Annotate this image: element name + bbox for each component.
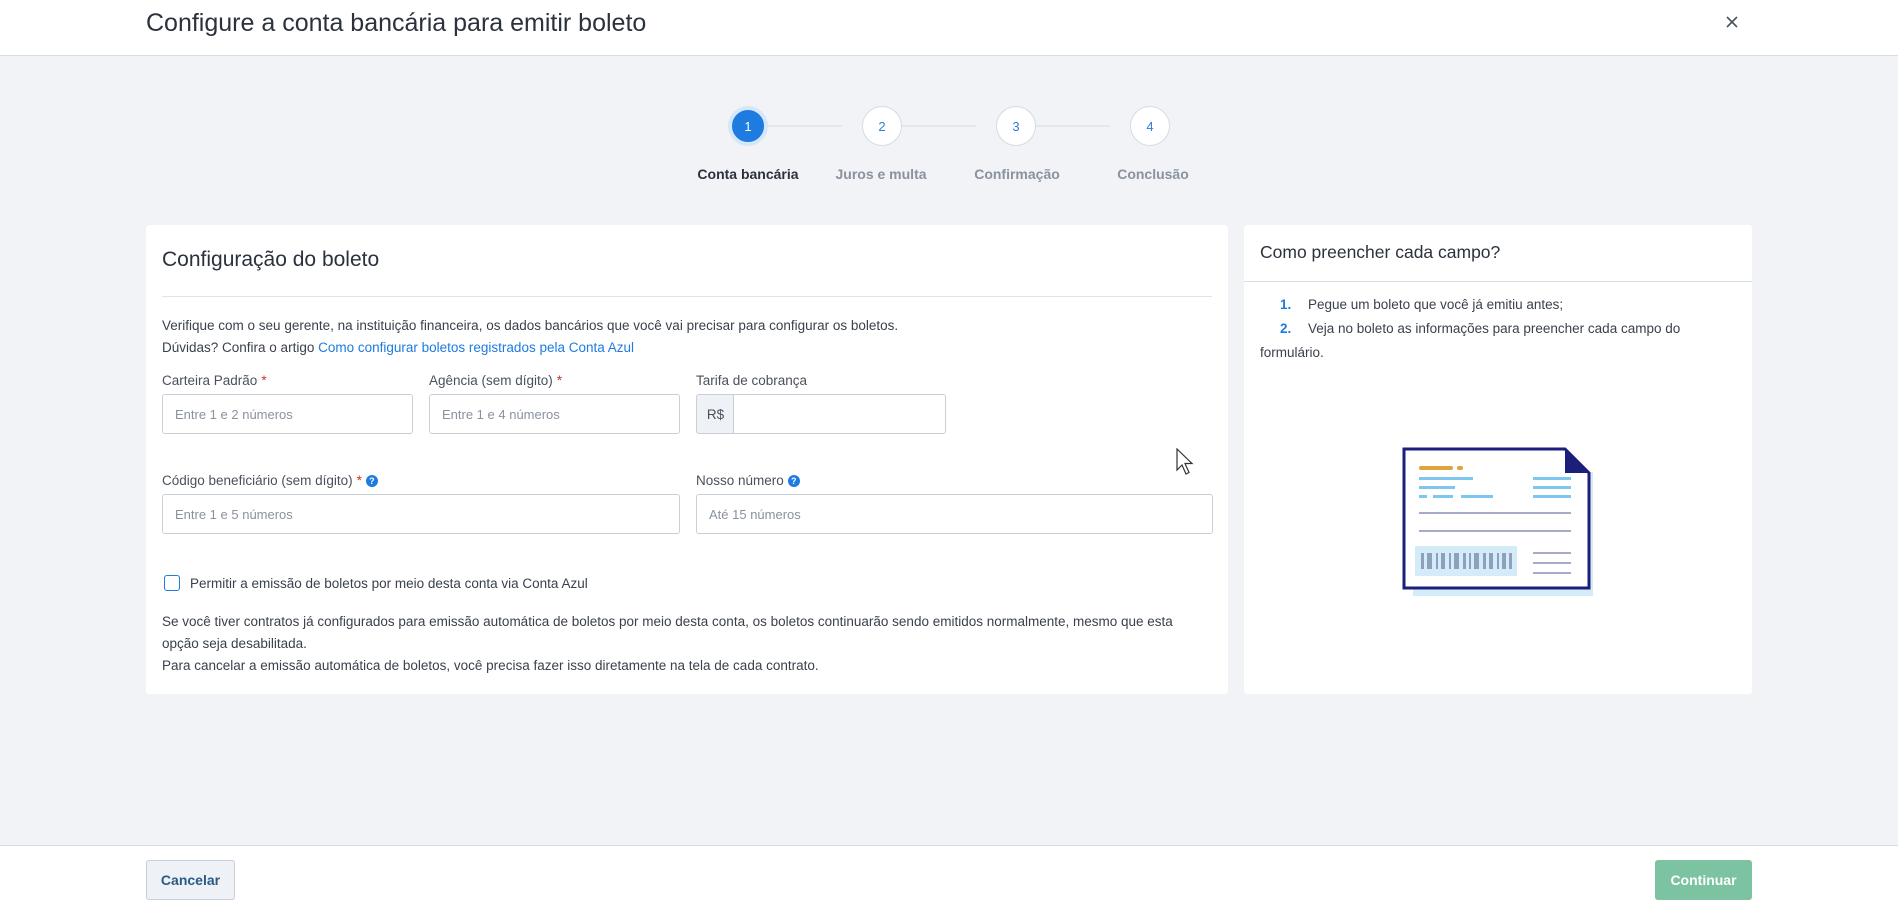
step-3-label: Confirmação bbox=[974, 166, 1060, 182]
list-text: Veja no boleto as informações para preen… bbox=[1260, 321, 1681, 360]
agencia-label-text: Agência (sem dígito) bbox=[429, 373, 553, 388]
divider bbox=[162, 296, 1212, 297]
carteira-label: Carteira Padrão * bbox=[162, 373, 267, 388]
question-icon[interactable]: ? bbox=[365, 474, 378, 487]
form-title: Configuração do boleto bbox=[162, 248, 380, 271]
modal-footer: Cancelar Continuar bbox=[0, 845, 1898, 907]
step-4-circle: 4 bbox=[1130, 106, 1170, 146]
carteira-input[interactable] bbox=[162, 394, 413, 434]
intro-prefix: Dúvidas? Confira o artigo bbox=[162, 340, 319, 355]
codigo-input[interactable] bbox=[162, 494, 680, 534]
page-title: Configure a conta bancária para emitir b… bbox=[146, 9, 647, 37]
step-1-circle: 1 bbox=[728, 106, 768, 146]
step-3-circle: 3 bbox=[996, 106, 1036, 146]
close-icon[interactable] bbox=[1722, 12, 1742, 32]
note-line-2: Para cancelar a emissão automática de bo… bbox=[162, 658, 819, 673]
nosso-numero-label: Nosso número ? bbox=[696, 473, 800, 488]
list-text: Pegue um boleto que você já emitiu antes… bbox=[1308, 297, 1564, 312]
help-article-link[interactable]: Como configurar boletos registrados pela… bbox=[318, 340, 634, 355]
agencia-input[interactable] bbox=[429, 394, 680, 434]
codigo-label-text: Código beneficiário (sem dígito) bbox=[162, 473, 353, 488]
list-item: 2. Veja no boleto as informações para pre… bbox=[1260, 317, 1730, 365]
carteira-label-text: Carteira Padrão bbox=[162, 373, 258, 388]
agencia-label: Agência (sem dígito) * bbox=[429, 373, 562, 388]
emission-permission-checkbox[interactable] bbox=[164, 575, 180, 591]
required-mark: * bbox=[556, 373, 563, 388]
mouse-cursor-icon bbox=[1176, 448, 1194, 475]
cancel-button[interactable]: Cancelar bbox=[146, 860, 235, 900]
step-4-label: Conclusão bbox=[1117, 166, 1189, 182]
stepper: 1 2 3 4 Conta bancária Juros e multa Con… bbox=[690, 104, 1210, 194]
help-panel-title: Como preencher cada campo? bbox=[1260, 242, 1501, 262]
help-panel: Como preencher cada campo? 1. Pegue um bo… bbox=[1244, 225, 1752, 694]
help-steps-list: 1. Pegue um boleto que você já emitiu ant… bbox=[1260, 293, 1730, 365]
intro-text: Verifique com o seu gerente, na institui… bbox=[162, 318, 899, 333]
tarifa-label-text: Tarifa de cobrança bbox=[696, 373, 808, 388]
tarifa-label: Tarifa de cobrança bbox=[696, 373, 807, 388]
list-item: 1. Pegue um boleto que você já emitiu ant… bbox=[1260, 293, 1730, 317]
list-number: 1. bbox=[1280, 297, 1292, 312]
intro-help-line: Dúvidas? Confira o artigo Como configura… bbox=[162, 337, 898, 359]
step-2-circle: 2 bbox=[862, 106, 902, 146]
emission-permission-row: Permitir a emissão de boletos por meio d… bbox=[164, 575, 588, 591]
currency-prefix: R$ bbox=[696, 394, 734, 434]
required-mark: * bbox=[356, 473, 362, 488]
step-1-label: Conta bancária bbox=[697, 166, 799, 182]
question-icon[interactable]: ? bbox=[787, 474, 800, 487]
form-intro: Verifique com o seu gerente, na institui… bbox=[162, 315, 898, 359]
nosso-numero-label-text: Nosso número bbox=[696, 473, 784, 488]
list-number: 2. bbox=[1280, 321, 1292, 336]
nosso-numero-input[interactable] bbox=[696, 494, 1213, 534]
boleto-config-card: Configuração do boleto Verifique com o s… bbox=[146, 225, 1228, 694]
step-2-label: Juros e multa bbox=[835, 166, 927, 182]
note-line-1: Se você tiver contratos já configurados … bbox=[162, 614, 1173, 651]
emission-note: Se você tiver contratos já configurados … bbox=[162, 611, 1212, 677]
required-mark: * bbox=[261, 373, 267, 388]
continue-button[interactable]: Continuar bbox=[1655, 860, 1752, 900]
boleto-illustration bbox=[1402, 447, 1593, 596]
divider bbox=[1244, 281, 1752, 282]
modal-header: Configure a conta bancária para emitir b… bbox=[0, 0, 1898, 56]
tarifa-input[interactable] bbox=[733, 394, 946, 434]
emission-permission-label[interactable]: Permitir a emissão de boletos por meio d… bbox=[190, 576, 588, 591]
codigo-label: Código beneficiário (sem dígito) * ? bbox=[162, 473, 378, 488]
